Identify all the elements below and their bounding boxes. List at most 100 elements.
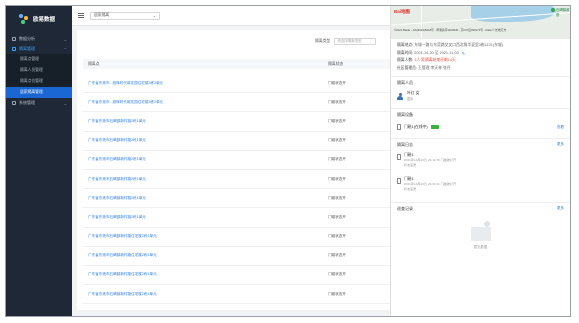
row-point-link[interactable]: 广东省东莞市石碣镇新村路2栋1单元 <box>88 196 146 201</box>
log-type: 状态变更 <box>404 187 417 191</box>
map-provider-logo: Bai地图 <box>394 9 411 14</box>
empty-state: 暂无数据 <box>397 214 564 249</box>
device-name: 门磁1(在线中) <box>404 124 428 129</box>
sidebar-subitem-isolation-points[interactable]: 隔离点管理 <box>6 54 72 65</box>
person-icon <box>397 92 403 100</box>
count-label: 隔离人数: <box>397 58 414 63</box>
chevron-down-icon: ⌄ <box>152 14 156 18</box>
sidebar-item-system[interactable]: 系统管理 ⌄ <box>6 98 72 108</box>
app-title: 欧易数据 <box>33 17 56 23</box>
column-header-point: 隔离点 <box>88 61 100 66</box>
logo-icon <box>19 14 29 24</box>
chart-icon <box>12 37 16 41</box>
app-window: 欧易数据 数据分析 ⌄ 隔离管理 ⌃ 隔离点管理 隔离人员管理 隔离点位管理 居… <box>5 5 571 317</box>
chevron-up-icon: ⌃ <box>63 46 67 52</box>
address-label: 隔离地点: <box>397 43 414 48</box>
door-sensor-icon <box>397 178 401 184</box>
sidebar-item-label: 系统管理 <box>19 100 35 105</box>
sidebar-item-label: 数据分析 <box>19 36 35 41</box>
empty-box-icon <box>469 220 493 242</box>
count-value: 1人 <box>414 58 421 63</box>
menu-toggle-icon[interactable] <box>78 13 84 18</box>
shield-icon <box>12 47 16 51</box>
section-title: 隔离设备 <box>397 111 413 117</box>
row-status: 门磁状态开 <box>328 291 346 296</box>
row-point-link[interactable]: 广东省东莞市石碣镇新村路住宅楼2栋1单元 <box>88 272 157 277</box>
row-point-link[interactable]: 广东省东莞市...旭辉时代城花园住宅楼3栋2单元 <box>88 81 163 86</box>
door-sensor-icon <box>397 124 401 130</box>
edit-icon[interactable]: ✎ <box>462 51 465 56</box>
map-copyright: ©2021 Baidu - GS(2019)5218号 - 甲测资字110093… <box>394 28 507 32</box>
empty-text: 暂无数据 <box>473 245 488 249</box>
log-item: 门磁1 2021年10月20日 20:11:36 门磁被打开 状态变更 <box>397 150 564 174</box>
admin-value: 王管理 李天林 张丹 <box>418 65 451 70</box>
time-label: 隔离时间: <box>397 50 414 55</box>
personnel-section: 隔离人员 叶红 女 居民 <box>391 76 570 104</box>
sidebar: 欧易数据 数据分析 ⌄ 隔离管理 ⌃ 隔离点管理 隔离人员管理 隔离点位管理 居… <box>6 6 72 316</box>
device-view-link[interactable]: 查看 <box>557 125 564 130</box>
row-point-link[interactable]: 广东省东莞市石碣镇新村路住宅楼2栋1单元 <box>88 234 157 239</box>
row-status: 门磁状态开 <box>328 99 346 104</box>
scope-select[interactable]: 居家隔离 ⌄ <box>90 11 160 20</box>
row-point-link[interactable]: 广东省东莞市石碣镇新村路2栋1单元 <box>88 157 146 162</box>
person-role: 居民 <box>407 97 414 101</box>
row-point-link[interactable]: 广东省东莞市石碣镇新村路2栋1单元 <box>88 138 146 143</box>
sidebar-item-data-analysis[interactable]: 数据分析 ⌄ <box>6 34 72 44</box>
row-status: 门磁状态开 <box>328 118 346 123</box>
map-road <box>421 6 422 39</box>
row-status: 门磁状态开 <box>328 253 346 258</box>
logo: 欧易数据 <box>6 6 72 32</box>
isolation-info: 隔离地点: 东城一路与东莞路交叉口西北角华夏里3栋1101(东城) 隔离时间: 20… <box>391 39 570 72</box>
chevron-down-icon: ⌄ <box>63 100 67 106</box>
filter-label: 隔离类型 <box>315 39 331 43</box>
row-point-link[interactable]: 广东省东莞市石碣镇新村路住宅楼2栋1单元 <box>88 292 157 297</box>
section-title: 隔离日志 <box>397 141 413 147</box>
sidebar-submenu: 隔离点管理 隔离人员管理 隔离点位管理 居家隔离管理 <box>6 54 72 98</box>
door-sensor-icon <box>397 154 401 160</box>
section-title: 巡查记录 <box>397 205 413 211</box>
map-pin-label: 石碣镇政府 <box>556 8 570 17</box>
logs-section: 隔离日志 更多 门磁1 2021年10月20日 20:11:36 门磁被打开 状… <box>391 138 570 198</box>
filter-select[interactable]: 请选择隔离类型 <box>334 38 377 45</box>
column-header-status: 隔离状态 <box>328 61 344 66</box>
map-pin-icon[interactable] <box>551 8 555 12</box>
row-status: 门磁状态开 <box>328 176 346 181</box>
filter-bar: 隔离类型 请选择隔离类型 <box>315 38 377 45</box>
row-point-link[interactable]: 广东省东莞市石碣镇新村路2栋1单元 <box>88 215 146 220</box>
row-point-link[interactable]: 广东省东莞市石碣镇新村路住宅楼2栋1单元 <box>88 253 157 258</box>
records-more-link[interactable]: 更多 <box>557 206 564 211</box>
device-item: 门磁1(在线中) 查看 <box>397 120 564 134</box>
remaining-warning: 距隔离结束还剩14天 <box>421 58 456 63</box>
row-status: 门磁状态开 <box>328 234 346 239</box>
row-status: 门磁状态开 <box>328 138 346 143</box>
section-title: 隔离人员 <box>397 79 413 85</box>
gear-icon <box>12 101 16 105</box>
row-status: 门磁状态开 <box>328 80 346 85</box>
scope-select-value: 居家隔离 <box>94 13 110 17</box>
patrol-section: 巡查记录 更多 暂无数据 <box>391 202 570 249</box>
log-type: 状态变更 <box>404 163 417 167</box>
sidebar-item-label: 隔离管理 <box>19 46 35 51</box>
location-map[interactable]: Bai地图 石碣镇政府 ©2021 Baidu - GS(2019)5218号 … <box>391 6 570 39</box>
row-status: 门磁状态开 <box>328 214 346 219</box>
row-status: 门磁状态开 <box>328 195 346 200</box>
filter-placeholder: 请选择隔离类型 <box>337 39 362 43</box>
sidebar-item-isolation[interactable]: 隔离管理 ⌃ <box>6 44 72 54</box>
sidebar-subitem-isolation-people[interactable]: 隔离人员管理 <box>6 65 72 76</box>
person-item: 叶红 女 居民 <box>397 88 564 104</box>
battery-icon <box>430 125 439 129</box>
row-status: 门磁状态开 <box>328 272 346 277</box>
row-point-link[interactable]: 广东省东莞市...旭辉时代城花园住宅楼3栋2单元 <box>88 100 163 105</box>
log-item: 门磁1 2021年10月20日 20:04:11 门磁被打开 状态变更 <box>397 174 564 198</box>
devices-section: 隔离设备 门磁1(在线中) 查看 <box>391 108 570 134</box>
sidebar-subitem-home-isolation[interactable]: 居家隔离管理 <box>6 87 72 98</box>
row-status: 门磁状态开 <box>328 157 346 162</box>
logs-more-link[interactable]: 更多 <box>557 142 564 147</box>
address-value: 东城一路与东莞路交叉口西北角华夏里3栋1101(东城) <box>414 43 503 48</box>
row-point-link[interactable]: 广东省东莞市石碣镇新村路2栋1单元 <box>88 177 146 182</box>
time-value: 2021-10-20 至 2021-11-03 <box>414 50 459 55</box>
detail-drawer: Bai地图 石碣镇政府 ©2021 Baidu - GS(2019)5218号 … <box>390 6 570 316</box>
sidebar-subitem-isolation-locations[interactable]: 隔离点位管理 <box>6 76 72 87</box>
admin-label: 社区管理员: <box>397 65 418 70</box>
row-point-link[interactable]: 广东省东莞市石碣镇新村路2栋1单元 <box>88 119 146 124</box>
